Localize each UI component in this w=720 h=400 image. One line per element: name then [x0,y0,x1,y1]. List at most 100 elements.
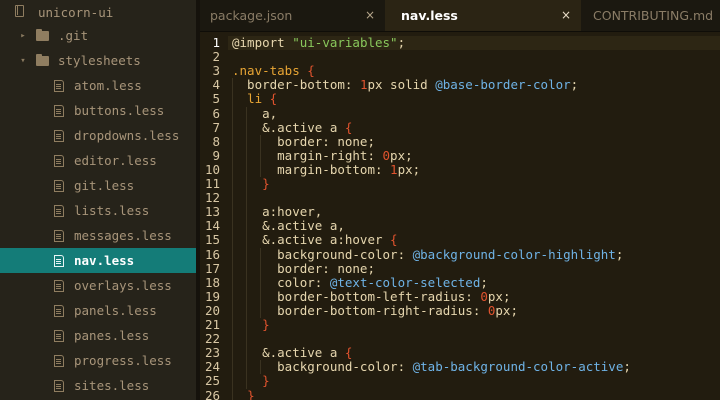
code-token: li [247,91,263,107]
tree-root-unicorn-ui[interactable]: unicorn-ui [0,0,196,25]
code-line[interactable]: li { [232,92,277,106]
tree-item-stylesheets[interactable]: ▾ stylesheets [0,48,196,73]
tree-item-label: atom.less [74,78,142,93]
code-line[interactable]: border-bottom-left-radius: 0px; [232,288,510,304]
code-line[interactable]: &.active a { [232,119,353,135]
tree-item-label: panes.less [74,328,150,343]
tree-item-progress-less[interactable]: progress.less [0,348,196,373]
repo-icon [14,5,24,17]
tree-item-label: git.less [74,178,135,193]
code-line[interactable]: color: @text-color-selected; [232,274,488,290]
tree-item-messages-less[interactable]: messages.less [0,223,196,248]
indent-guide [260,134,261,177]
code-line[interactable]: &.active a, [232,219,345,233]
code-token: margin-bottom: [232,161,391,177]
code-token: @base-border-color [435,77,571,93]
code-line[interactable]: border: none; [232,261,375,276]
code-token: } [262,176,270,191]
tree-item-atom-less[interactable]: atom.less [0,73,196,98]
tree-item-sites-less[interactable]: sites.less [0,373,196,398]
chevron-down-icon[interactable]: ▾ [18,56,28,66]
code-line[interactable]: @import "ui-variables"; [232,36,405,50]
code-token: border: none; [232,133,375,149]
code-line[interactable]: border-bottom-right-radius: 0px; [232,302,518,318]
code-line[interactable]: } [232,318,270,332]
tree-item-editor-less[interactable]: editor.less [0,148,196,173]
chevron-right-icon[interactable]: ▸ [18,31,28,41]
code-token: { [307,63,315,79]
code-editor[interactable]: 1 2 3 4 5 6 7 8 9 10 11 12 13 14 15 16 17 18 19 20 21 22 23 24 2… [200,32,720,400]
tab-label: package.json [210,8,293,23]
code-token: ; [615,246,624,262]
file-icon [54,379,64,392]
tree-item-label: nav.less [74,253,135,268]
tree-item-overlays-less[interactable]: overlays.less [0,273,196,298]
line-number: 18 [204,274,220,290]
code-token: px; [495,302,518,318]
close-icon[interactable]: × [561,8,571,22]
code-line[interactable]: } [232,388,255,400]
tree-item-label: dropdowns.less [74,128,180,143]
code-line[interactable]: .nav-tabs { [232,64,315,78]
code-line[interactable]: } [232,177,270,191]
tree-item-label: progress.less [74,353,172,368]
code-token: ; [570,77,579,93]
code-token: @tab-background-color-active [412,359,624,375]
code-line[interactable]: border: none; [232,133,375,149]
line-number: 13 [204,204,220,220]
code-token: border-bottom-left-radius: [232,288,481,304]
code-line[interactable]: &.active a:hover { [232,233,397,247]
code-token: border-bottom-right-radius: [232,302,488,318]
tree-item-buttons-less[interactable]: buttons.less [0,98,196,123]
tree-item-nav-less[interactable]: nav.less [0,248,196,273]
line-number: 12 [204,190,220,206]
code-token: { [344,345,353,361]
line-number: 3 [212,63,220,79]
indent-guide [246,106,247,389]
file-icon [54,304,64,317]
file-icon [54,279,64,292]
tree-view[interactable]: unicorn-ui ▸ .git ▾ stylesheets atom.less but… [0,0,196,400]
code-token: a, [232,105,278,121]
tree-item-label: overlays.less [74,278,172,293]
close-icon[interactable]: × [365,8,375,22]
line-number: 7 [212,119,220,135]
tab-package-json[interactable]: package.json × [200,0,385,31]
line-number-gutter: 1 2 3 4 5 6 7 8 9 10 11 12 13 14 15 16 17 18 19 20 21 22 23 24 2… [200,32,228,400]
file-icon [54,204,64,217]
line-number: 24 [204,359,220,375]
tree-item-label: buttons.less [74,103,165,118]
code-line[interactable]: border-bottom: 1px solid @base-border-co… [232,78,578,92]
code-token: @text-color-selected [329,274,481,290]
tree-item-label: .git [58,28,89,43]
code-line[interactable]: &.active a { [232,346,352,360]
tab-bar: package.json × nav.less × CONTRIBUTING.m… [200,0,720,32]
line-number: 20 [204,302,220,318]
file-icon [54,229,64,242]
tab-label: nav.less [401,8,458,23]
code-line[interactable]: background-color: @background-color-high… [232,246,624,262]
tree-item-panes-less[interactable]: panes.less [0,323,196,348]
code-token: px solid [367,77,436,93]
folder-icon [36,53,49,66]
tree-item-lists-less[interactable]: lists.less [0,198,196,223]
line-number: 2 [212,49,220,65]
code-token: 1 [390,161,398,177]
tree-item-git-less[interactable]: git.less [0,173,196,198]
code-line[interactable]: a, [232,105,278,121]
tree-item-panels-less[interactable]: panels.less [0,298,196,323]
code-line[interactable]: } [232,374,270,388]
line-number: 23 [204,345,220,361]
tab-nav-less[interactable]: nav.less × [385,0,581,31]
tab-contributing-md[interactable]: CONTRIBUTING.md [581,0,720,31]
code-line[interactable]: background-color: @tab-background-color-… [232,360,631,374]
line-number: 9 [212,147,220,163]
tree-item-dropdowns-less[interactable]: dropdowns.less [0,123,196,148]
tree-item-git[interactable]: ▸ .git [0,23,196,48]
file-icon [54,329,64,342]
tree-item-label: sites.less [74,378,150,393]
file-icon [54,129,64,142]
code-token: { [344,119,353,135]
